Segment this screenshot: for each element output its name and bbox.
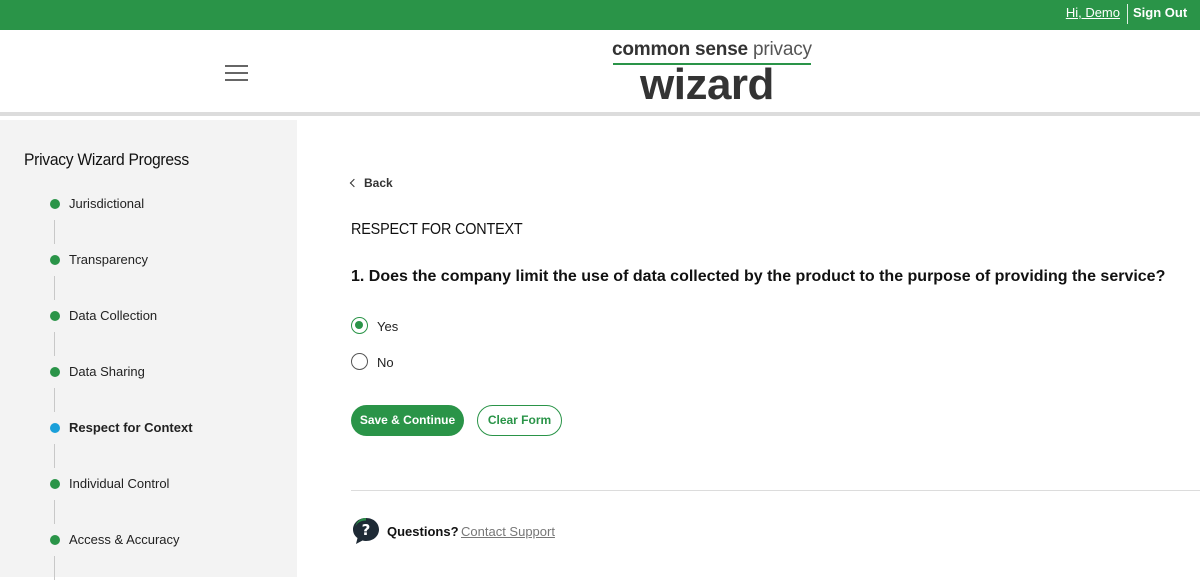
- progress-step-transparency[interactable]: Transparency: [50, 250, 290, 270]
- radio-unselected-icon[interactable]: [351, 353, 368, 370]
- clear-form-button[interactable]: Clear Form: [477, 405, 562, 436]
- logo-privacy-text: privacy: [747, 39, 812, 60]
- step-connector: [54, 500, 55, 524]
- sidebar-title: Privacy Wizard Progress: [24, 150, 189, 169]
- topbar-divider: [1127, 4, 1128, 24]
- step-label: Jurisdictional: [69, 196, 145, 211]
- progress-step-jurisdictional[interactable]: Jurisdictional: [50, 194, 290, 214]
- step-current-dot-icon: [50, 423, 60, 433]
- content-divider: [351, 490, 1200, 491]
- progress-step-access-accuracy[interactable]: Access & Accuracy: [50, 530, 290, 550]
- logo-brand-text: common sense: [612, 39, 748, 60]
- step-label: Respect for Context: [69, 420, 193, 435]
- progress-step-respect-for-context[interactable]: Respect for Context: [50, 418, 290, 438]
- hamburger-menu-icon[interactable]: [225, 64, 248, 81]
- step-complete-dot-icon: [50, 311, 60, 321]
- radio-selected-icon[interactable]: [351, 317, 368, 334]
- progress-step-individual-control[interactable]: Individual Control: [50, 474, 290, 494]
- step-label: Individual Control: [69, 476, 170, 491]
- step-complete-dot-icon: [50, 367, 60, 377]
- question-text: 1. Does the company limit the use of dat…: [351, 268, 1166, 285]
- sign-out-link[interactable]: Sign Out: [1133, 5, 1187, 20]
- step-complete-dot-icon: [50, 255, 60, 265]
- svg-text:?: ?: [362, 521, 371, 539]
- questions-label: Questions?: [387, 524, 459, 539]
- progress-step-data-sharing[interactable]: Data Sharing: [50, 362, 290, 382]
- step-connector: [54, 276, 55, 300]
- step-label: Data Sharing: [69, 364, 145, 379]
- step-complete-dot-icon: [50, 535, 60, 545]
- step-connector: [54, 388, 55, 412]
- question-bubble-icon: ?: [353, 518, 379, 544]
- step-connector: [54, 332, 55, 356]
- step-connector: [54, 556, 55, 580]
- save-continue-button[interactable]: Save & Continue: [351, 405, 464, 436]
- step-label: Access & Accuracy: [69, 532, 180, 547]
- radio-label: Yes: [377, 319, 399, 334]
- chevron-left-icon: [349, 178, 359, 188]
- step-label: Transparency: [69, 252, 148, 267]
- contact-support-link[interactable]: Contact Support: [461, 524, 555, 539]
- main-content: Back RESPECT FOR CONTEXT 1. Does the com…: [297, 120, 1200, 577]
- step-label: Data Collection: [69, 308, 158, 323]
- logo-tagline: common sense privacy: [612, 39, 812, 61]
- user-greeting-link[interactable]: Hi, Demo: [1066, 5, 1120, 20]
- back-link[interactable]: Back: [349, 176, 393, 190]
- back-label: Back: [364, 176, 393, 190]
- progress-sidebar: Privacy Wizard Progress Jurisdictional T…: [0, 120, 297, 580]
- progress-step-data-collection[interactable]: Data Collection: [50, 306, 290, 326]
- site-header: common sense privacy wizard: [0, 30, 1200, 116]
- logo-wizard-text[interactable]: wizard: [640, 60, 774, 110]
- top-bar: Hi, Demo Sign Out: [0, 0, 1200, 30]
- step-complete-dot-icon: [50, 479, 60, 489]
- step-connector: [54, 220, 55, 244]
- section-title: RESPECT FOR CONTEXT: [351, 221, 523, 238]
- step-connector: [54, 444, 55, 468]
- radio-label: No: [377, 355, 394, 370]
- step-complete-dot-icon: [50, 199, 60, 209]
